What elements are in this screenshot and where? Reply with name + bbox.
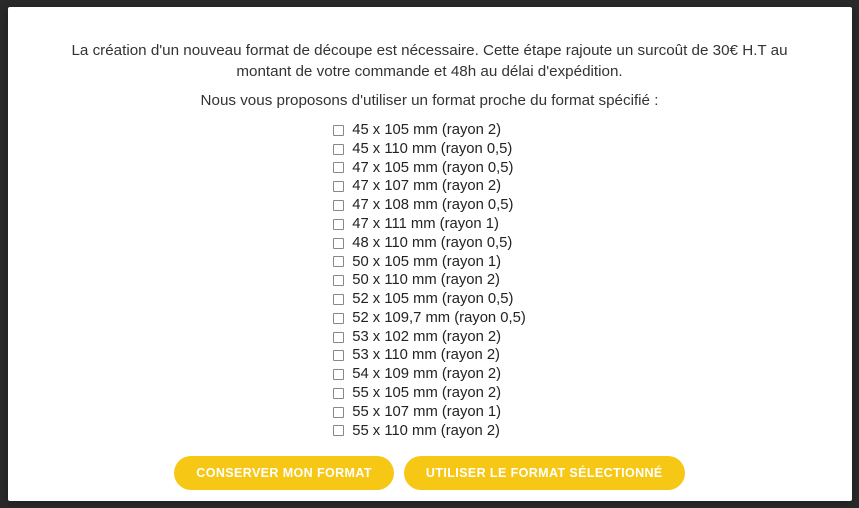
warning-message: La création d'un nouveau format de décou… [48,41,812,82]
format-option[interactable]: 52 x 109,7 mm (rayon 0,5) [333,309,526,328]
suggestion-message: Nous vous proposons d'utiliser un format… [201,92,659,109]
format-option[interactable]: 48 x 110 mm (rayon 0,5) [333,234,512,253]
format-option[interactable]: 55 x 110 mm (rayon 2) [333,422,500,441]
format-radio[interactable] [333,332,344,343]
format-label: 55 x 107 mm (rayon 1) [352,403,501,422]
format-option[interactable]: 55 x 105 mm (rayon 2) [333,384,501,403]
format-label: 55 x 105 mm (rayon 2) [352,384,501,403]
format-radio[interactable] [333,425,344,436]
format-radio[interactable] [333,388,344,399]
format-label: 48 x 110 mm (rayon 0,5) [352,234,512,253]
format-radio[interactable] [333,407,344,418]
format-label: 53 x 102 mm (rayon 2) [352,328,501,347]
format-radio[interactable] [333,294,344,305]
format-label: 47 x 111 mm (rayon 1) [352,215,499,234]
format-label: 45 x 105 mm (rayon 2) [352,121,501,140]
format-radio[interactable] [333,350,344,361]
format-label: 52 x 109,7 mm (rayon 0,5) [352,309,526,328]
format-label: 50 x 110 mm (rayon 2) [352,271,500,290]
format-label: 47 x 107 mm (rayon 2) [352,177,501,196]
format-label: 47 x 105 mm (rayon 0,5) [352,159,513,178]
action-buttons: CONSERVER MON FORMAT UTILISER LE FORMAT … [174,456,684,490]
format-radio[interactable] [333,162,344,173]
format-option[interactable]: 55 x 107 mm (rayon 1) [333,403,501,422]
format-radio[interactable] [333,256,344,267]
format-label: 53 x 110 mm (rayon 2) [352,346,500,365]
format-label: 55 x 110 mm (rayon 2) [352,422,500,441]
format-option[interactable]: 50 x 105 mm (rayon 1) [333,253,501,272]
format-radio[interactable] [333,275,344,286]
format-radio[interactable] [333,219,344,230]
format-option[interactable]: 53 x 102 mm (rayon 2) [333,328,501,347]
format-option[interactable]: 45 x 105 mm (rayon 2) [333,121,501,140]
format-label: 52 x 105 mm (rayon 0,5) [352,290,513,309]
keep-format-button[interactable]: CONSERVER MON FORMAT [174,456,394,490]
use-selected-format-button[interactable]: UTILISER LE FORMAT SÉLECTIONNÉ [404,456,685,490]
format-label: 50 x 105 mm (rayon 1) [352,253,501,272]
format-radio[interactable] [333,313,344,324]
format-option[interactable]: 45 x 110 mm (rayon 0,5) [333,140,512,159]
format-radio[interactable] [333,200,344,211]
format-option[interactable]: 47 x 105 mm (rayon 0,5) [333,159,513,178]
format-option[interactable]: 47 x 108 mm (rayon 0,5) [333,196,513,215]
format-radio[interactable] [333,181,344,192]
format-label: 45 x 110 mm (rayon 0,5) [352,140,512,159]
format-option[interactable]: 53 x 110 mm (rayon 2) [333,346,500,365]
format-option[interactable]: 47 x 107 mm (rayon 2) [333,177,501,196]
format-selection-modal: La création d'un nouveau format de décou… [8,7,852,501]
format-radio[interactable] [333,238,344,249]
format-option[interactable]: 54 x 109 mm (rayon 2) [333,365,501,384]
format-radio[interactable] [333,369,344,380]
format-option[interactable]: 50 x 110 mm (rayon 2) [333,271,500,290]
format-option[interactable]: 52 x 105 mm (rayon 0,5) [333,290,513,309]
format-options-list: 45 x 105 mm (rayon 2)45 x 110 mm (rayon … [333,121,526,440]
format-radio[interactable] [333,125,344,136]
format-label: 54 x 109 mm (rayon 2) [352,365,501,384]
format-option[interactable]: 47 x 111 mm (rayon 1) [333,215,499,234]
format-label: 47 x 108 mm (rayon 0,5) [352,196,513,215]
format-radio[interactable] [333,144,344,155]
